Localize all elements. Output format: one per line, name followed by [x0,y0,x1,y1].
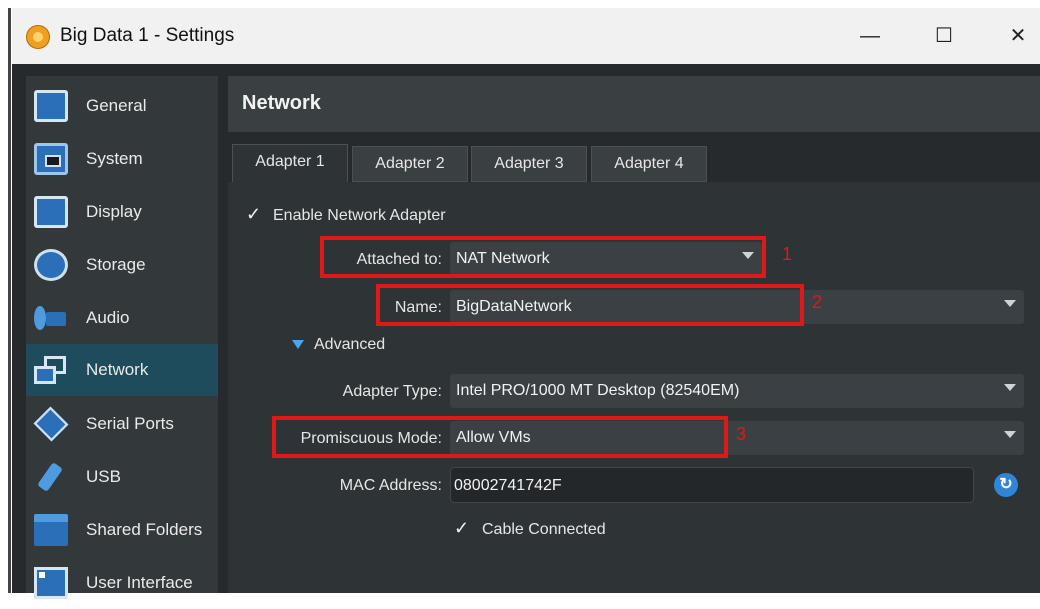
settings-window: Big Data 1 - Settings — ☐ ✕ General Syst… [0,0,1040,599]
serial-port-icon [33,406,69,442]
adapter-type-label: Adapter Type: [342,383,442,400]
adapter-tabs: Adapter 1 Adapter 2 Adapter 3 Adapter 4 [228,144,1040,184]
maximize-button[interactable]: ☐ [926,20,962,52]
annotation-box-3 [272,416,728,458]
tab-adapter-4[interactable]: Adapter 4 [591,146,707,182]
expand-arrow-icon[interactable] [292,340,304,349]
sidebar-item-label: Shared Folders [86,520,203,539]
chevron-down-icon [1004,384,1016,391]
sidebar-item-audio[interactable]: Audio [26,292,218,344]
user-interface-icon [34,567,68,599]
chip-icon [34,143,68,175]
tab-adapter-3[interactable]: Adapter 3 [471,146,587,182]
mac-address-value: 08002741742F [454,477,562,494]
cable-connected-checkbox[interactable]: ✓ [454,518,469,539]
display-icon [34,196,68,228]
sidebar-item-label: Storage [86,255,146,274]
annotation-box-2 [376,284,804,326]
advanced-toggle[interactable]: Advanced [314,336,385,354]
chevron-down-icon [1004,431,1016,438]
sidebar-item-system[interactable]: System [26,133,218,185]
sidebar-item-label: User Interface [86,573,193,592]
minimize-button[interactable]: — [852,20,888,52]
sidebar-item-label: General [86,96,147,115]
enable-adapter-label: Enable Network Adapter [273,207,446,224]
monitor-icon [34,90,68,122]
refresh-icon[interactable]: ↻ [994,473,1018,497]
sidebar-item-label: Display [86,202,142,221]
sidebar-item-network[interactable]: Network [26,344,218,396]
panel-header: Network [228,76,1040,132]
sidebar-item-display[interactable]: Display [26,186,218,238]
sidebar-item-label: Serial Ports [86,414,174,433]
sidebar-item-label: Audio [86,308,130,327]
folder-icon [34,514,68,546]
window-left-edge [8,8,11,593]
adapter-type-value: Intel PRO/1000 MT Desktop (82540EM) [456,382,740,399]
cable-connected-label: Cable Connected [482,521,606,538]
network-adapter-panel: ✓ Enable Network Adapter Attached to: NA… [228,182,1040,593]
chevron-down-icon [1004,300,1016,307]
annotation-box-1 [320,236,766,278]
window-title: Big Data 1 - Settings [60,25,235,46]
sidebar-item-user-interface[interactable]: User Interface [26,557,218,609]
disk-icon [34,249,68,281]
sidebar-item-label: Network [86,360,149,379]
page-title: Network [242,92,321,114]
adapter-type-select[interactable]: Intel PRO/1000 MT Desktop (82540EM) [450,374,1024,408]
sidebar-item-label: System [86,149,143,168]
tab-adapter-1[interactable]: Adapter 1 [232,144,348,184]
annotation-number-1: 1 [782,244,793,264]
virtualbox-app-icon [26,25,50,49]
sidebar-item-storage[interactable]: Storage [26,239,218,291]
close-button[interactable]: ✕ [1000,20,1036,52]
mac-address-field[interactable]: 08002741742F [450,467,974,503]
tab-adapter-2[interactable]: Adapter 2 [352,146,468,182]
enable-adapter-checkbox[interactable]: ✓ [246,204,261,225]
sidebar-item-usb[interactable]: USB [26,451,218,503]
network-icon [34,354,68,386]
usb-icon [34,461,68,493]
sidebar-item-serial-ports[interactable]: Serial Ports [26,398,218,450]
sidebar-item-label: USB [86,467,121,486]
mac-address-label: MAC Address: [339,477,442,494]
speaker-icon [34,302,68,334]
settings-sidebar: General System Display Storage Audio Net… [26,76,218,599]
sidebar-item-general[interactable]: General [26,80,218,132]
sidebar-item-shared-folders[interactable]: Shared Folders [26,504,218,556]
title-bar[interactable]: Big Data 1 - Settings — ☐ ✕ [12,8,1040,64]
annotation-number-2: 2 [812,292,823,312]
settings-body: General System Display Storage Audio Net… [12,64,1040,599]
annotation-number-3: 3 [736,424,747,444]
